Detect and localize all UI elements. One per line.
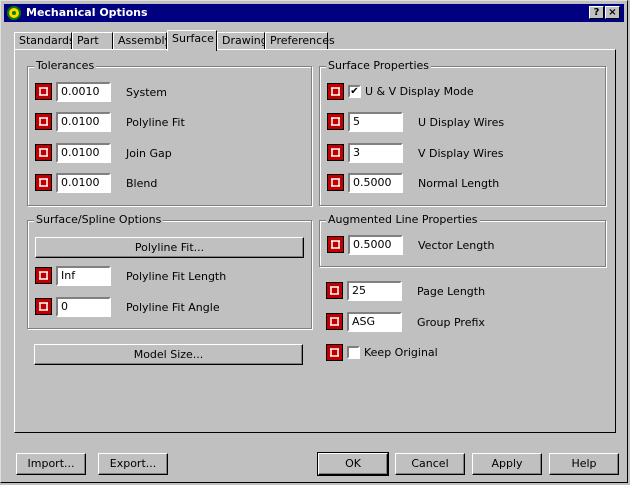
tab-surface[interactable]: Surface	[167, 30, 217, 51]
app-icon	[7, 6, 21, 20]
blend-label: Blend	[126, 177, 158, 190]
dimension-icon[interactable]	[35, 267, 52, 284]
uv-display-mode-checkbox[interactable]: ✔	[348, 85, 361, 98]
export-button[interactable]: Export...	[98, 453, 168, 475]
title-bar[interactable]: Mechanical Options ? ×	[4, 4, 624, 22]
polyline-fit-length-label: Polyline Fit Length	[126, 270, 227, 283]
v-display-wires-input[interactable]: 3	[348, 143, 403, 163]
augmented-line-properties-title: Augmented Line Properties	[326, 213, 480, 226]
u-display-wires-input[interactable]: 5	[348, 112, 403, 132]
apply-button[interactable]: Apply	[472, 453, 542, 475]
system-tolerance-input[interactable]: 0.0010	[56, 82, 111, 102]
dimension-icon[interactable]	[327, 83, 344, 100]
import-button[interactable]: Import...	[16, 453, 86, 475]
dimension-icon[interactable]	[326, 313, 343, 330]
tab-drawing[interactable]: Drawing	[217, 32, 268, 50]
dimension-icon[interactable]	[35, 83, 52, 100]
v-display-wires-label: V Display Wires	[418, 147, 504, 160]
cancel-button[interactable]: Cancel	[395, 453, 465, 475]
u-display-wires-label: U Display Wires	[418, 116, 505, 129]
dimension-icon[interactable]	[35, 113, 52, 130]
mechanical-options-dialog: Mechanical Options ? × Standards Part As…	[0, 0, 628, 483]
polyline-fit-length-input[interactable]: Inf	[56, 266, 111, 286]
tolerances-group: Tolerances 0.0010 System 0.0100 Polyline…	[27, 59, 312, 206]
dimension-icon[interactable]	[326, 282, 343, 299]
surface-tab-panel: Tolerances 0.0010 System 0.0100 Polyline…	[14, 49, 616, 433]
page-length-input[interactable]: 25	[347, 281, 402, 301]
dimension-icon[interactable]	[35, 144, 52, 161]
uv-display-mode-label: U & V Display Mode	[365, 85, 474, 98]
vector-length-label: Vector Length	[418, 239, 495, 252]
normal-length-label: Normal Length	[418, 177, 500, 190]
group-prefix-input[interactable]: ASG	[347, 312, 402, 332]
close-button[interactable]: ×	[605, 6, 620, 19]
dimension-icon[interactable]	[327, 174, 344, 191]
normal-length-input[interactable]: 0.5000	[348, 173, 403, 193]
join-gap-label: Join Gap	[126, 147, 172, 160]
dimension-icon[interactable]	[327, 236, 344, 253]
dimension-icon[interactable]	[35, 298, 52, 315]
dimension-icon[interactable]	[35, 174, 52, 191]
keep-original-label: Keep Original	[364, 346, 438, 359]
window-title: Mechanical Options	[26, 6, 148, 19]
system-tolerance-label: System	[126, 86, 168, 99]
blend-input[interactable]: 0.0100	[56, 173, 111, 193]
polyline-fit-angle-input[interactable]: 0	[56, 297, 111, 317]
augmented-line-properties-group: Augmented Line Properties 0.5000 Vector …	[319, 213, 606, 267]
dimension-icon[interactable]	[327, 144, 344, 161]
page-length-label: Page Length	[417, 285, 486, 298]
tab-part[interactable]: Part	[72, 32, 113, 50]
help-button[interactable]: ?	[589, 6, 604, 19]
keep-original-checkbox[interactable]	[347, 346, 360, 359]
surface-spline-options-group: Surface/Spline Options Polyline Fit... I…	[27, 213, 312, 329]
ok-button[interactable]: OK	[317, 452, 389, 476]
tab-preferences[interactable]: Preferences	[265, 32, 335, 50]
tab-standards[interactable]: Standards	[14, 32, 75, 50]
group-prefix-label: Group Prefix	[417, 316, 485, 329]
polyline-fit-angle-label: Polyline Fit Angle	[126, 301, 220, 314]
help-footer-button[interactable]: Help	[549, 453, 619, 475]
polyline-fit-button[interactable]: Polyline Fit...	[35, 237, 304, 258]
tab-assembly[interactable]: Assembly	[113, 32, 171, 50]
dimension-icon[interactable]	[327, 113, 344, 130]
surface-properties-title: Surface Properties	[326, 59, 431, 72]
surface-spline-options-title: Surface/Spline Options	[34, 213, 164, 226]
join-gap-input[interactable]: 0.0100	[56, 143, 111, 163]
vector-length-input[interactable]: 0.5000	[348, 235, 403, 255]
dimension-icon[interactable]	[326, 344, 343, 361]
tolerances-title: Tolerances	[34, 59, 97, 72]
surface-properties-group: Surface Properties ✔ U & V Display Mode …	[319, 59, 606, 206]
model-size-button[interactable]: Model Size...	[34, 344, 303, 365]
polyline-fit-tolerance-input[interactable]: 0.0100	[56, 112, 111, 132]
polyline-fit-tolerance-label: Polyline Fit	[126, 116, 185, 129]
